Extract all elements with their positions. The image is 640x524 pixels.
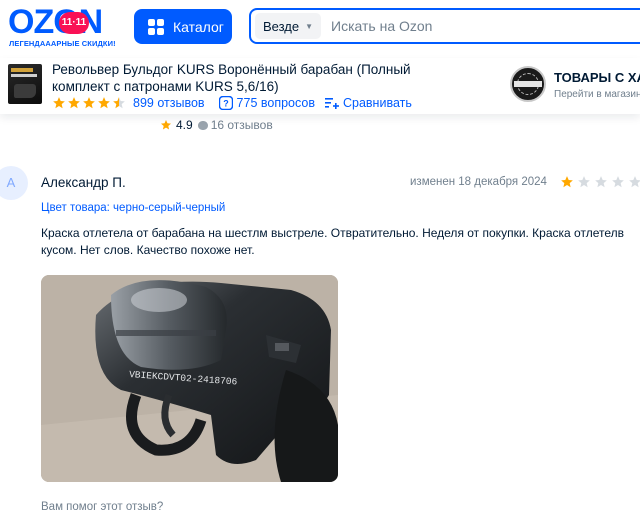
question-icon: ? [218,96,233,110]
compare-link[interactable]: Сравнивать [343,96,412,110]
logo-subtitle: ЛЕГЕНДАААРНЫЕ СКИДКИ! [9,39,116,48]
star-empty-icon [629,176,640,188]
product-variant[interactable]: Цвет товара: черно-серый-черный [41,202,225,214]
review-text: Краска отлетела от барабана на шестлм вы… [41,226,624,257]
seller-name[interactable]: ТОВАРЫ С ХАР [554,70,640,85]
compare-icon [324,98,339,109]
catalog-label: Каталог [173,18,224,35]
reviewer-name: Александр П. [41,175,126,190]
previous-review-rating: 4.9 16 отзывов [160,118,273,132]
review-photo[interactable]: VBIEKCDVT02-2418706 [41,275,338,482]
chevron-down-icon: ▼ [305,21,314,31]
review-edited-date: изменен 18 декабря 2024 [410,176,547,188]
star-empty-icon [612,176,624,188]
star-filled-icon [98,97,110,109]
site-header: OZON 11·11 ЛЕГЕНДАААРНЫЕ СКИДКИ! Каталог… [0,0,640,56]
star-icon [161,120,171,130]
catalog-grid-icon [148,18,164,35]
review-rating-stars [560,175,640,189]
seller-store-link[interactable]: Перейти в магазин [554,89,640,100]
product-title[interactable]: Револьвер Бульдог KURS Воронённый бараба… [52,61,472,95]
star-filled-icon [68,97,80,109]
questions-count-link[interactable]: 775 вопросов [237,96,315,110]
star-half-icon [113,97,125,109]
star-empty-icon [578,176,590,188]
comment-bubble-icon [197,120,208,130]
previous-rating-value: 4.9 [176,118,193,132]
reviewer-avatar: А [0,166,28,200]
product-rating-stars [52,96,127,110]
logo-sale-badge: 11·11 [59,12,89,34]
svg-text:?: ? [223,99,229,109]
star-filled-icon [561,176,573,188]
reviews-count-link[interactable]: 899 отзывов [133,96,205,110]
seller-logo[interactable] [510,66,546,102]
search-input[interactable] [331,18,632,34]
product-thumbnail[interactable] [8,64,42,104]
search-scope-label: Везде [263,18,300,34]
helpful-question: Вам помог этот отзыв? [41,501,164,513]
ozon-logo[interactable]: OZON 11·11 ЛЕГЕНДАААРНЫЕ СКИДКИ! [8,4,118,48]
star-empty-icon [595,176,607,188]
catalog-button[interactable]: Каталог [134,9,232,44]
product-sticky-bar: Револьвер Бульдог KURS Воронённый бараба… [0,58,640,114]
product-meta-row: 899 отзывов ? 775 вопросов Сравнивать [52,95,412,111]
search-scope-select[interactable]: Везде ▼ [255,13,322,39]
revolver-photo-image: VBIEKCDVT02-2418706 [41,275,338,482]
star-filled-icon [53,97,65,109]
search-bar: Везде ▼ [249,8,640,44]
previous-review-count[interactable]: 16 отзывов [211,118,273,132]
star-filled-icon [83,97,95,109]
